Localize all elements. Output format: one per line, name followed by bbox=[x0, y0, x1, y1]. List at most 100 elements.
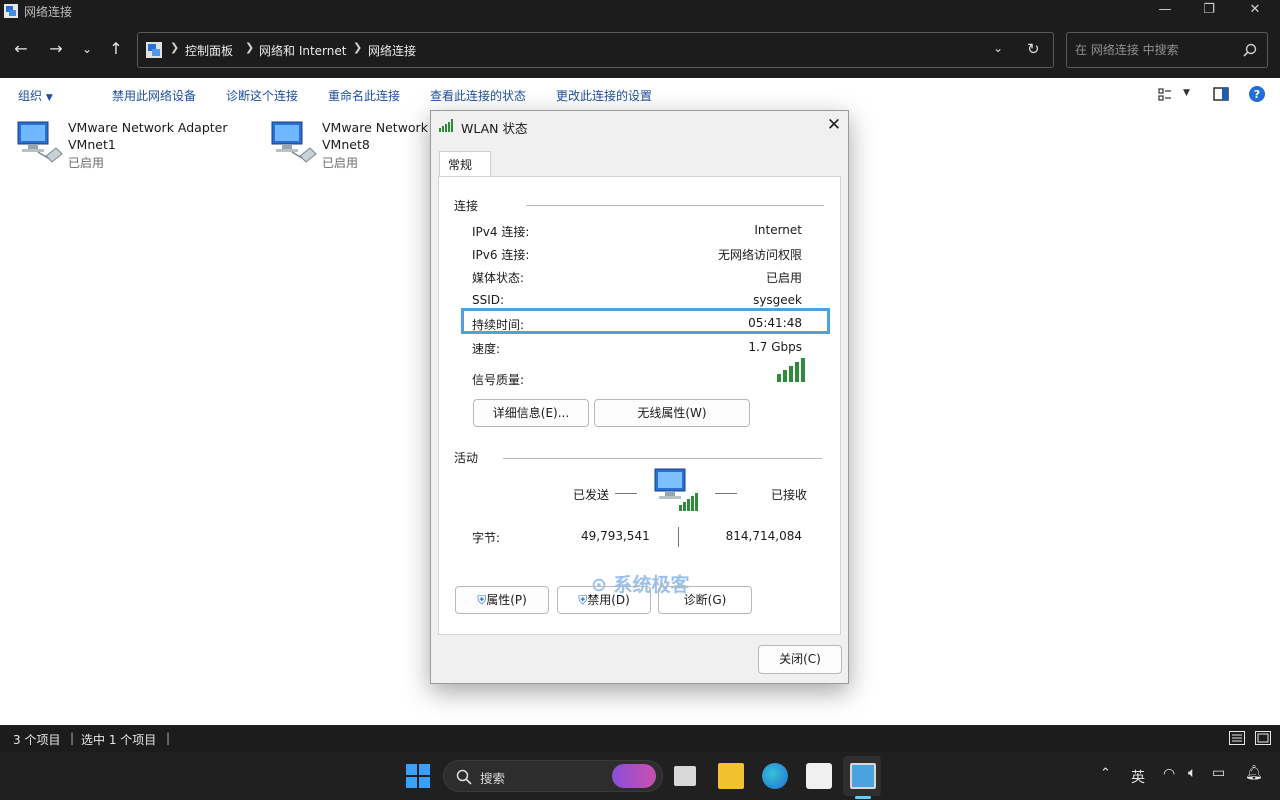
change-settings-button[interactable]: 更改此连接的设置 bbox=[556, 87, 652, 104]
speed-value: 1.7 Gbps bbox=[748, 340, 802, 354]
search-icon[interactable] bbox=[1243, 43, 1257, 57]
adapter-status: 已启用 bbox=[68, 156, 105, 170]
tiles-view-icon[interactable] bbox=[1255, 731, 1271, 745]
battery-icon[interactable]: ▭ bbox=[1212, 765, 1225, 781]
dialog-title: WLAN 状态 bbox=[461, 121, 528, 136]
sent-line bbox=[615, 493, 637, 494]
organize-label: 组织 bbox=[18, 89, 43, 103]
help-icon[interactable]: ? bbox=[1249, 86, 1265, 102]
ipv4-label: IPv4 连接: bbox=[472, 225, 530, 239]
wireless-properties-button[interactable]: 无线属性(W) bbox=[594, 399, 750, 427]
minimize-button[interactable]: — bbox=[1142, 0, 1188, 22]
view-dropdown-caret-icon[interactable]: ▼ bbox=[1183, 88, 1190, 98]
disable-button[interactable]: ⛨禁用(D) bbox=[557, 586, 651, 614]
group-divider bbox=[503, 458, 822, 459]
organize-menu-button[interactable]: 组织 ▼ bbox=[18, 87, 53, 104]
notification-bell-icon[interactable]: 🔔︎ bbox=[1245, 765, 1263, 781]
media-state-value: 已启用 bbox=[765, 271, 802, 285]
network-adapter-icon bbox=[271, 121, 317, 163]
svg-text:?: ? bbox=[1254, 88, 1260, 101]
breadcrumb-network-internet[interactable]: 网络和 Internet bbox=[259, 42, 346, 59]
signal-strength-bars-icon bbox=[777, 358, 805, 382]
details-button[interactable]: 详细信息(E)... bbox=[473, 399, 589, 427]
status-divider: | bbox=[166, 731, 171, 745]
taskbar: 搜索 ⌃ 英 ◠ 🔈︎ ▭ 🔔︎ bbox=[0, 752, 1280, 800]
ssid-value: sysgeek bbox=[753, 293, 802, 307]
control-panel-icon bbox=[146, 42, 162, 58]
item-count: 3 个项目 bbox=[13, 733, 61, 747]
network-adapter-item[interactable]: VMware Network Adapter VMnet1 已启用 bbox=[16, 118, 266, 178]
wifi-signal-icon bbox=[439, 119, 453, 132]
address-bar[interactable]: ❯ 控制面板 ❯ 网络和 Internet ❯ 网络连接 ⌄ ↻ bbox=[137, 32, 1054, 68]
received-label: 已接收 bbox=[771, 488, 808, 502]
breadcrumb-separator-icon: ❯ bbox=[245, 41, 255, 54]
selected-count: 选中 1 个项目 bbox=[81, 733, 157, 747]
status-divider: | bbox=[70, 731, 75, 745]
back-arrow-icon[interactable]: ← bbox=[8, 36, 34, 62]
ipv4-value: Internet bbox=[754, 223, 802, 237]
file-explorer-icon[interactable] bbox=[718, 763, 744, 789]
activity-group-heading: 活动 bbox=[454, 451, 479, 465]
details-view-icon[interactable] bbox=[1229, 731, 1245, 745]
preview-pane-icon[interactable] bbox=[1213, 87, 1229, 101]
refresh-icon[interactable]: ↻ bbox=[1027, 40, 1040, 58]
task-view-icon[interactable] bbox=[674, 766, 696, 786]
taskbar-search-box[interactable]: 搜索 bbox=[443, 760, 663, 792]
breadcrumb-control-panel[interactable]: 控制面板 bbox=[185, 42, 233, 59]
view-options-icon[interactable] bbox=[1158, 88, 1172, 102]
microsoft-store-icon[interactable] bbox=[806, 763, 832, 789]
breadcrumb-separator-icon: ❯ bbox=[170, 41, 180, 54]
network-connections-app-icon bbox=[4, 4, 18, 18]
up-arrow-icon[interactable]: ↑ bbox=[103, 36, 129, 62]
rename-connection-button[interactable]: 重命名此连接 bbox=[328, 87, 400, 104]
control-panel-taskbar-icon[interactable] bbox=[850, 763, 876, 789]
group-divider bbox=[526, 205, 824, 206]
adapter-name: VMware Network Adapter bbox=[68, 120, 228, 135]
forward-arrow-icon[interactable]: → bbox=[43, 36, 69, 62]
volume-icon[interactable]: 🔈︎ bbox=[1188, 765, 1196, 781]
dropdown-caret-icon: ▼ bbox=[45, 93, 53, 103]
recent-locations-chevron-icon[interactable]: ⌄ bbox=[74, 36, 100, 62]
search-highlight-image bbox=[612, 764, 656, 788]
disable-button-label: 禁用(D) bbox=[587, 593, 630, 607]
tab-general[interactable]: 常规 bbox=[439, 151, 491, 177]
close-button[interactable]: 关闭(C) bbox=[758, 645, 842, 674]
adapter-status: 已启用 bbox=[322, 156, 359, 170]
maximize-button[interactable]: ❐ bbox=[1186, 0, 1232, 22]
taskbar-search-icon bbox=[456, 769, 472, 785]
dialog-close-icon[interactable]: ✕ bbox=[823, 115, 845, 137]
navigation-bar: ← → ⌄ ↑ ❯ 控制面板 ❯ 网络和 Internet ❯ 网络连接 ⌄ ↻ bbox=[0, 22, 1280, 78]
view-status-button[interactable]: 查看此连接的状态 bbox=[430, 87, 526, 104]
uac-shield-icon: ⛨ bbox=[477, 593, 487, 607]
general-tab-panel: 连接 IPv4 连接: Internet IPv6 连接: 无网络访问权限 媒体… bbox=[438, 176, 841, 635]
network-adapter-item[interactable]: VMware Network VMnet8 已启用 bbox=[270, 118, 430, 178]
ipv6-label: IPv6 连接: bbox=[472, 248, 530, 262]
input-method-indicator[interactable]: 英 bbox=[1131, 767, 1145, 787]
ssid-label: SSID: bbox=[472, 293, 505, 307]
windows-start-icon[interactable] bbox=[406, 764, 430, 788]
diagnose-connection-button[interactable]: 诊断这个连接 bbox=[226, 87, 298, 104]
search-box[interactable] bbox=[1066, 32, 1268, 68]
show-hidden-icons-chevron-icon[interactable]: ⌃ bbox=[1100, 766, 1111, 781]
bytes-divider bbox=[678, 527, 679, 547]
command-toolbar: 组织 ▼ 禁用此网络设备 诊断这个连接 重命名此连接 查看此连接的状态 更改此连… bbox=[0, 80, 1280, 110]
search-input[interactable] bbox=[1075, 41, 1235, 59]
diagnose-button[interactable]: 诊断(G) bbox=[658, 586, 752, 614]
adapter-subname: VMnet1 bbox=[68, 137, 116, 152]
disable-device-button[interactable]: 禁用此网络设备 bbox=[112, 87, 196, 104]
window-close-button[interactable]: ✕ bbox=[1232, 0, 1278, 22]
uac-shield-icon: ⛨ bbox=[578, 593, 588, 607]
properties-button-label: 属性(P) bbox=[486, 593, 527, 607]
media-state-label: 媒体状态: bbox=[472, 271, 525, 285]
breadcrumb-network-connections[interactable]: 网络连接 bbox=[368, 42, 416, 59]
properties-button[interactable]: ⛨属性(P) bbox=[455, 586, 549, 614]
received-bytes-value: 814,714,084 bbox=[725, 529, 802, 543]
speed-label: 速度: bbox=[472, 342, 501, 356]
wifi-icon[interactable]: ◠ bbox=[1163, 766, 1175, 782]
address-dropdown-chevron-icon[interactable]: ⌄ bbox=[993, 41, 1003, 55]
received-line bbox=[715, 493, 737, 494]
window-title: 网络连接 bbox=[24, 5, 73, 19]
duration-value: 05:41:48 bbox=[748, 316, 802, 330]
adapter-name: VMware Network bbox=[322, 120, 428, 135]
edge-browser-icon[interactable] bbox=[762, 763, 788, 789]
